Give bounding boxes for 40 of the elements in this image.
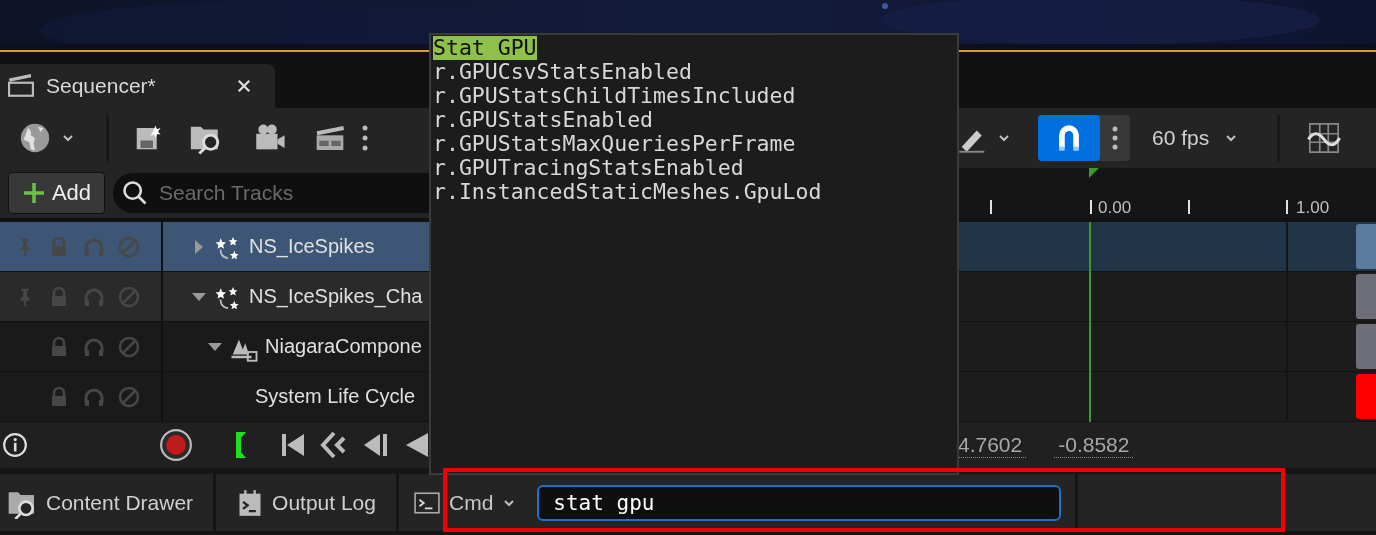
track-row[interactable]: NS_IceSpikes <box>163 222 430 271</box>
track-name: NiagaraCompone <box>265 335 422 358</box>
suggestion-item[interactable]: Stat GPU <box>433 36 537 60</box>
curve-editor-icon[interactable] <box>1306 121 1343 155</box>
add-button[interactable]: Add <box>8 172 105 214</box>
playback-start-icon[interactable] <box>234 430 249 460</box>
console-input[interactable]: stat gpu <box>537 484 1062 521</box>
info-icon[interactable] <box>2 432 28 458</box>
previous-key-icon[interactable] <box>320 430 348 460</box>
clapperboard-icon[interactable] <box>6 73 36 99</box>
track-name: NS_IceSpikes_Cha <box>249 285 423 308</box>
suggestion-item[interactable]: r.GPUStatsChildTimesIncluded <box>433 84 796 108</box>
search-field[interactable]: Search Tracks <box>113 173 430 213</box>
tab-title: Sequencer* <box>46 74 157 98</box>
frame-rate-dropdown[interactable]: 60 fps <box>1152 126 1240 150</box>
suggestion-item[interactable]: r.GPUStatsMaxQueriesPerFrame <box>433 132 796 156</box>
suggestion-item[interactable]: r.GPUStatsEnabled <box>433 108 654 132</box>
search-icon[interactable] <box>121 179 149 207</box>
record-icon[interactable] <box>159 428 194 462</box>
value-field[interactable]: -0.8582 <box>1054 432 1134 458</box>
cmd-dropdown[interactable]: Cmd <box>413 474 518 531</box>
plus-icon[interactable] <box>21 181 46 205</box>
track-row[interactable]: NS_IceSpikes_Cha <box>163 272 430 321</box>
globe-icon[interactable] <box>18 121 52 155</box>
snap-button[interactable] <box>1038 115 1130 161</box>
time-label: 1.00 <box>1296 198 1330 218</box>
track-row[interactable]: System Life Cycle <box>163 372 430 421</box>
more-options-icon[interactable] <box>1110 124 1120 152</box>
track-row[interactable]: NiagaraCompone <box>163 322 430 371</box>
track-name: System Life Cycle <box>255 385 416 408</box>
content-drawer-tab[interactable]: Content Drawer <box>0 474 217 531</box>
console-icon[interactable] <box>413 489 441 516</box>
time-label: 0.00 <box>1098 198 1132 218</box>
suggestion-item[interactable]: r.GPUCsvStatsEnabled <box>433 60 692 84</box>
sequencer-tab[interactable]: Sequencer* <box>0 64 275 108</box>
track-name: NS_IceSpikes <box>249 235 375 258</box>
output-log-tab[interactable]: Output Log <box>216 474 399 531</box>
suggestion-item[interactable]: r.InstancedStaticMeshes.GpuLod <box>433 180 822 204</box>
suggestion-item[interactable]: r.GPUTracingStatsEnabled <box>433 156 744 180</box>
close-icon[interactable] <box>235 77 253 95</box>
